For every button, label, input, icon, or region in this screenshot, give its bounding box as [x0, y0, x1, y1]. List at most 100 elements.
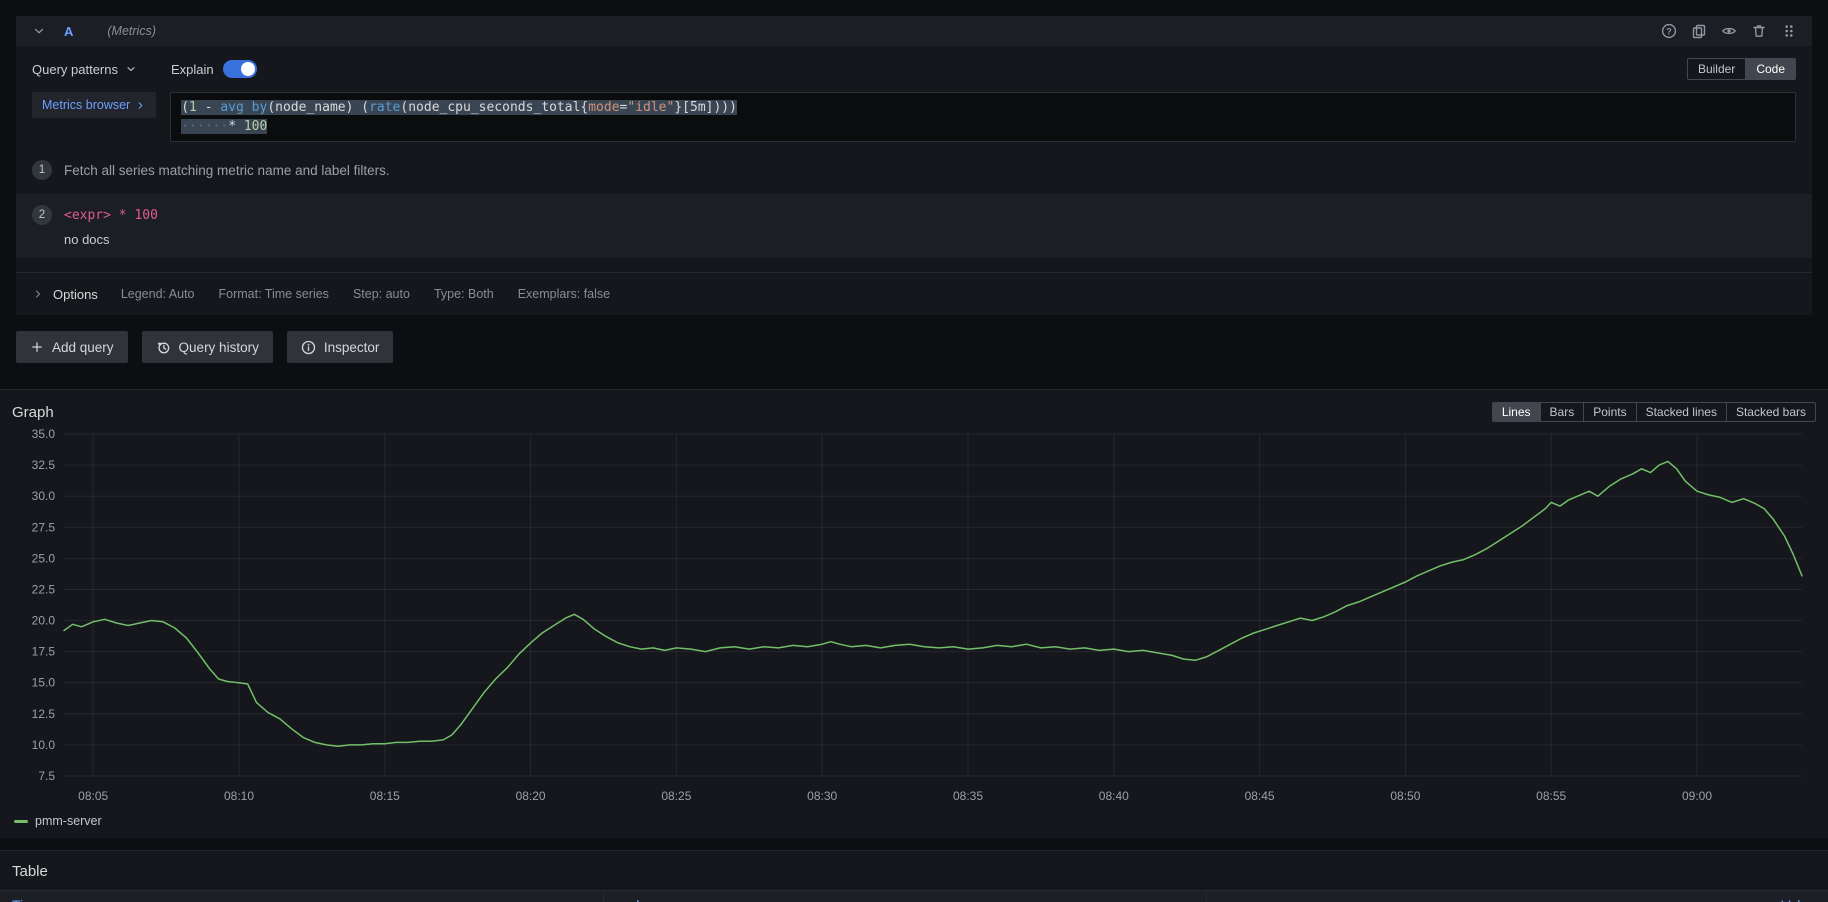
options-label: Options	[53, 287, 98, 302]
svg-text:09:00: 09:00	[1682, 789, 1712, 803]
option-meta-item: Format: Time series	[219, 287, 329, 301]
collapse-chevron-icon[interactable]	[26, 19, 52, 43]
options-summary: Legend: AutoFormat: Time seriesStep: aut…	[121, 285, 634, 303]
svg-text:10.0: 10.0	[32, 738, 56, 752]
step-number-badge: 2	[32, 205, 52, 225]
legend-item-pmm-server[interactable]: pmm-server	[0, 814, 1828, 838]
svg-text:35.0: 35.0	[32, 427, 56, 441]
query-history-button[interactable]: Query history	[142, 331, 273, 363]
add-query-button[interactable]: Add query	[16, 331, 128, 363]
explore-page: A (Metrics) ?	[0, 0, 1828, 902]
chevron-right-icon	[32, 288, 44, 300]
metrics-browser-label: Metrics browser	[42, 98, 130, 112]
grip-icon	[1781, 23, 1797, 39]
svg-text:08:25: 08:25	[661, 789, 691, 803]
table-panel-title: Table	[0, 851, 1828, 890]
svg-text:17.5: 17.5	[32, 645, 56, 659]
toggle-knob	[241, 62, 255, 76]
query-help-button[interactable]: ?	[1656, 19, 1682, 43]
table-header-node_name[interactable]: node_name	[604, 891, 1207, 902]
query-patterns-dropdown[interactable]: Query patterns	[32, 62, 137, 77]
graph-mode-stacked-lines[interactable]: Stacked lines	[1636, 403, 1726, 421]
svg-text:08:10: 08:10	[224, 789, 254, 803]
history-icon	[156, 340, 171, 355]
svg-text:08:30: 08:30	[807, 789, 837, 803]
graph-mode-stacked-bars[interactable]: Stacked bars	[1726, 403, 1815, 421]
add-query-label: Add query	[52, 340, 114, 355]
plus-icon	[30, 340, 44, 354]
query-editor-row: Metrics browser (1 - avg by(node_name) (…	[16, 88, 1812, 154]
option-meta-item: Exemplars: false	[518, 287, 610, 301]
explain-step-1-text: Fetch all series matching metric name an…	[64, 163, 390, 178]
graph-mode-group: LinesBarsPointsStacked linesStacked bars	[1492, 402, 1816, 422]
svg-text:08:55: 08:55	[1536, 789, 1566, 803]
code-mode-button[interactable]: Code	[1745, 59, 1795, 79]
svg-text:08:05: 08:05	[78, 789, 108, 803]
options-toggle[interactable]: Options Legend: AutoFormat: Time seriesS…	[16, 272, 1812, 315]
graph-mode-points[interactable]: Points	[1583, 403, 1635, 421]
svg-text:30.0: 30.0	[32, 489, 56, 503]
drag-handle[interactable]	[1776, 19, 1802, 43]
explain-section: 1 Fetch all series matching metric name …	[16, 160, 1812, 258]
table-panel: Table Timenode_nameValue	[0, 850, 1828, 902]
chevron-down-icon	[125, 63, 137, 75]
svg-text:08:40: 08:40	[1099, 789, 1129, 803]
copy-icon	[1691, 23, 1707, 39]
svg-text:22.5: 22.5	[32, 583, 56, 597]
trash-icon	[1751, 23, 1767, 39]
svg-text:08:15: 08:15	[370, 789, 400, 803]
datasource-hint: (Metrics)	[107, 24, 156, 38]
promql-code-editor[interactable]: (1 - avg by(node_name) (rate(node_cpu_se…	[170, 92, 1796, 142]
svg-text:12.5: 12.5	[32, 707, 56, 721]
svg-text:08:20: 08:20	[516, 789, 546, 803]
code-line-2: ······* 100	[181, 117, 1785, 136]
remove-query-button[interactable]	[1746, 19, 1772, 43]
query-toolbar: Query patterns Explain Builder Code	[16, 46, 1812, 88]
step-number-badge: 1	[32, 160, 52, 180]
graph-panel-title: Graph	[12, 404, 54, 421]
svg-text:20.0: 20.0	[32, 614, 56, 628]
help-icon: ?	[1661, 23, 1677, 39]
eye-icon	[1721, 23, 1737, 39]
builder-mode-button[interactable]: Builder	[1688, 59, 1745, 79]
explain-toggle[interactable]	[223, 60, 257, 78]
graph-panel: Graph LinesBarsPointsStacked linesStacke…	[0, 389, 1828, 838]
duplicate-query-button[interactable]	[1686, 19, 1712, 43]
table-header-value[interactable]: Value	[1207, 891, 1828, 902]
svg-text:08:45: 08:45	[1245, 789, 1275, 803]
code-line-1: (1 - avg by(node_name) (rate(node_cpu_se…	[181, 98, 1785, 117]
graph-mode-lines[interactable]: Lines	[1493, 403, 1540, 421]
svg-text:?: ?	[1666, 26, 1672, 36]
query-row-actions: ?	[1656, 19, 1802, 43]
query-patterns-label: Query patterns	[32, 62, 118, 77]
query-history-label: Query history	[179, 340, 259, 355]
explain-step-2-expression: <expr> * 100	[64, 208, 158, 223]
inspector-button[interactable]: Inspector	[287, 331, 394, 363]
svg-text:25.0: 25.0	[32, 551, 56, 565]
option-meta-item: Legend: Auto	[121, 287, 195, 301]
info-icon	[301, 340, 316, 355]
toggle-visibility-button[interactable]	[1716, 19, 1742, 43]
explain-label: Explain	[171, 62, 214, 77]
metrics-browser-button[interactable]: Metrics browser	[32, 92, 156, 118]
inspector-label: Inspector	[324, 340, 380, 355]
graph-panel-header: Graph LinesBarsPointsStacked linesStacke…	[0, 390, 1828, 424]
explain-step-1: 1 Fetch all series matching metric name …	[16, 160, 1812, 180]
legend-label: pmm-server	[35, 814, 102, 828]
graph-mode-bars[interactable]: Bars	[1540, 403, 1584, 421]
query-row-header[interactable]: A (Metrics) ?	[16, 16, 1812, 46]
explain-step-2-note: no docs	[64, 232, 1812, 247]
series-color-swatch	[14, 820, 28, 823]
table-header-time[interactable]: Time	[0, 891, 604, 902]
svg-text:32.5: 32.5	[32, 458, 56, 472]
chevron-right-icon	[135, 100, 146, 111]
svg-text:7.5: 7.5	[38, 769, 55, 783]
time-series-chart[interactable]: 35.032.530.027.525.022.520.017.515.012.5…	[0, 424, 1828, 814]
explore-actions: Add query Query history Inspector	[16, 331, 1812, 363]
option-meta-item: Type: Both	[434, 287, 494, 301]
query-ref-id: A	[64, 24, 73, 39]
svg-text:08:35: 08:35	[953, 789, 983, 803]
explain-step-2: 2 <expr> * 100 no docs	[16, 194, 1812, 258]
svg-text:08:50: 08:50	[1390, 789, 1420, 803]
svg-text:27.5: 27.5	[32, 520, 56, 534]
